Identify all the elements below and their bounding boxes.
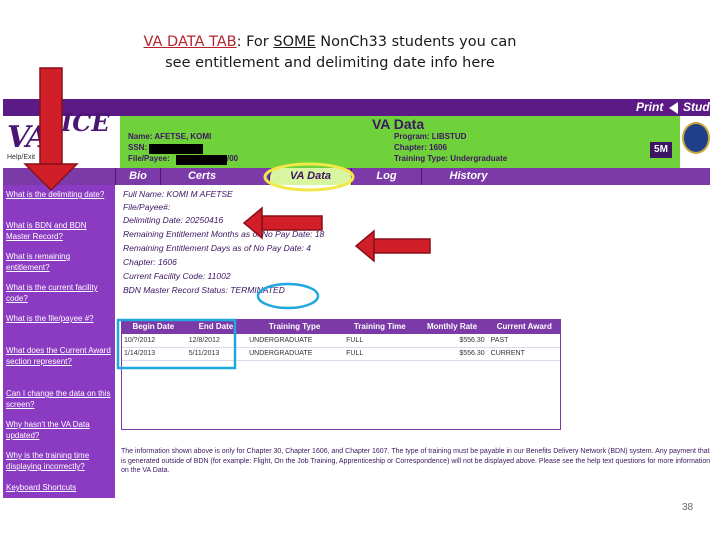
date-columns-highlight [116, 318, 237, 370]
va-data-tab-highlight [263, 162, 355, 192]
page-number: 38 [682, 502, 694, 513]
left-arrow-delimiting-icon [242, 206, 323, 240]
down-arrow-icon [23, 67, 79, 192]
left-arrow-entitlement-icon [354, 229, 431, 263]
terminated-highlight [256, 282, 320, 310]
annotation-layer [23, 67, 431, 370]
